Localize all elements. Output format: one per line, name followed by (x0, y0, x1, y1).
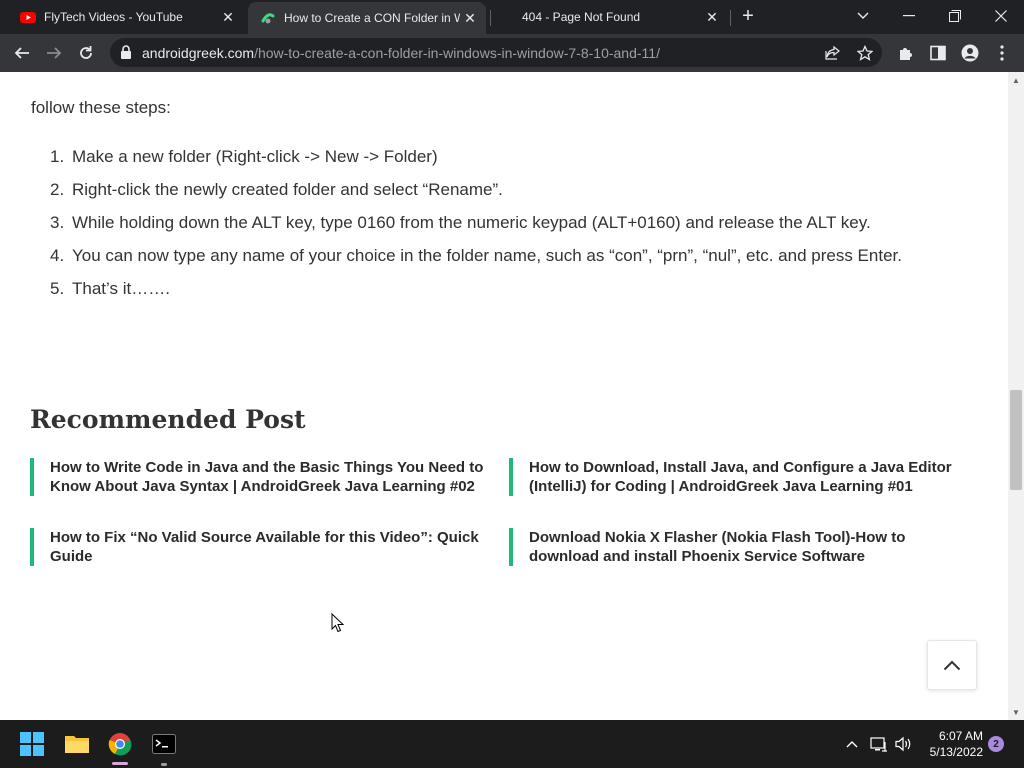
step-text: While holding down the ALT key, type 016… (72, 213, 871, 232)
chrome-icon[interactable] (106, 730, 134, 758)
share-icon[interactable] (822, 42, 844, 64)
tab-search-icon[interactable] (840, 0, 886, 32)
close-tab-icon[interactable]: ✕ (460, 10, 480, 27)
recommended-post-link[interactable]: How to Fix “No Valid Source Available fo… (30, 528, 500, 566)
web-page-content: follow these steps: 1. Make a new folder … (0, 72, 1008, 720)
step-text: You can now type any name of your choice… (72, 246, 902, 265)
mouse-cursor-icon (331, 613, 345, 633)
step-number: 4. (50, 246, 65, 265)
tab-strip: FlyTech Videos - YouTube ✕ How to Create… (0, 0, 1024, 34)
minimize-icon[interactable] (886, 0, 932, 32)
clock-date: 5/13/2022 (929, 745, 983, 759)
scroll-to-top-button[interactable] (927, 640, 977, 690)
step-number: 5. (50, 279, 65, 298)
list-item: 2. Right-click the newly created folder a… (50, 175, 960, 205)
tab-separator (490, 10, 491, 26)
step-text: That’s it……. (72, 279, 170, 298)
list-item: 5. That’s it……. (50, 274, 960, 304)
step-text: Make a new folder (Right-click -> New ->… (72, 147, 438, 166)
reload-icon[interactable] (72, 39, 100, 67)
list-item: 4. You can now type any name of your choi… (50, 241, 960, 271)
step-number: 2. (50, 180, 65, 199)
recommended-post-link[interactable]: How to Download, Install Java, and Confi… (509, 458, 979, 496)
browser-toolbar: androidgreek.com/how-to-create-a-con-fol… (0, 34, 1024, 72)
article-intro: follow these steps: (31, 98, 171, 117)
lock-icon (121, 45, 131, 59)
tray-overflow-chevron-icon[interactable] (842, 734, 862, 754)
terminal-icon[interactable] (150, 730, 178, 758)
tab-title: 404 - Page Not Found (522, 10, 641, 24)
url-host: androidgreek.com (142, 45, 255, 61)
scroll-down-icon[interactable]: ▼ (1008, 704, 1024, 720)
tab-404[interactable]: 404 - Page Not Found ✕ (492, 0, 728, 34)
windows-taskbar: 6:07 AM 5/13/2022 2 (0, 720, 1024, 768)
scrollbar-thumb[interactable] (1010, 390, 1022, 490)
tab-youtube[interactable]: FlyTech Videos - YouTube ✕ (8, 0, 244, 34)
list-item: 3. While holding down the ALT key, type 0… (50, 208, 960, 238)
windows-start-icon[interactable] (18, 730, 46, 758)
extensions-icon[interactable] (892, 39, 920, 67)
recommended-heading: Recommended Post (30, 405, 306, 434)
page-scrollbar[interactable]: ▲ ▼ (1008, 72, 1024, 720)
step-number: 1. (50, 147, 65, 166)
address-bar[interactable]: androidgreek.com/how-to-create-a-con-fol… (110, 38, 882, 67)
file-explorer-icon[interactable] (63, 730, 91, 758)
close-tab-icon[interactable]: ✕ (218, 9, 238, 26)
close-tab-icon[interactable]: ✕ (702, 9, 722, 26)
step-text: Right-click the newly created folder and… (72, 180, 503, 199)
chevron-up-icon (943, 660, 961, 670)
chrome-active-indicator (112, 762, 128, 765)
menu-kebab-icon[interactable] (988, 39, 1016, 67)
network-icon[interactable] (869, 734, 889, 754)
notification-badge[interactable]: 2 (988, 736, 1004, 752)
clock-time: 6:07 AM (938, 729, 983, 743)
steps-list: 1. Make a new folder (Right-click -> New … (50, 142, 960, 307)
recommended-post-link[interactable]: Download Nokia X Flasher (Nokia Flash To… (509, 528, 979, 566)
forward-icon[interactable] (40, 39, 68, 67)
tab-title: FlyTech Videos - YouTube (44, 10, 183, 24)
scroll-up-icon[interactable]: ▲ (1008, 72, 1024, 88)
profile-icon[interactable] (956, 39, 984, 67)
androidgreek-icon (261, 13, 275, 24)
terminal-open-indicator (161, 763, 167, 766)
taskbar-clock[interactable]: 6:07 AM 5/13/2022 (921, 728, 983, 760)
list-item: 1. Make a new folder (Right-click -> New … (50, 142, 960, 172)
youtube-icon (20, 12, 36, 23)
step-number: 3. (50, 213, 65, 232)
side-panel-icon[interactable] (924, 39, 952, 67)
new-tab-icon[interactable]: + (737, 6, 759, 28)
bookmark-star-icon[interactable] (854, 42, 876, 64)
tab-separator (730, 10, 731, 26)
recommended-post-link[interactable]: How to Write Code in Java and the Basic … (30, 458, 500, 496)
close-window-icon[interactable] (978, 0, 1024, 32)
restore-icon[interactable] (932, 0, 978, 32)
back-icon[interactable] (8, 39, 36, 67)
url-path: /how-to-create-a-con-folder-in-windows-i… (254, 45, 660, 61)
url-text: androidgreek.com/how-to-create-a-con-fol… (142, 45, 660, 61)
volume-icon[interactable] (894, 734, 914, 754)
tab-title: How to Create a CON Folder in W (284, 11, 460, 25)
tab-androidgreek[interactable]: How to Create a CON Folder in W ✕ (248, 2, 486, 34)
